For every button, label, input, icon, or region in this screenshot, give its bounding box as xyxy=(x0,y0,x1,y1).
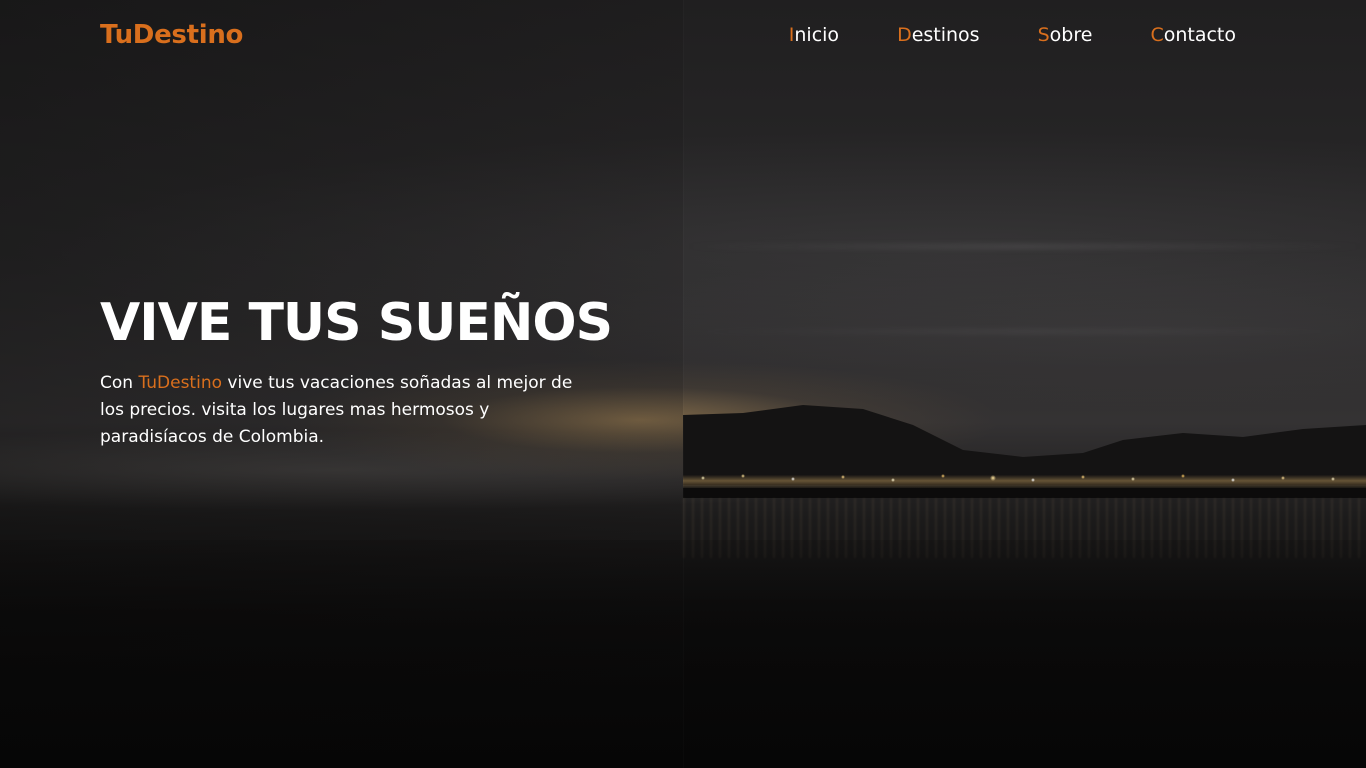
logo-link[interactable]: TuDestino xyxy=(100,20,243,50)
nav-link-initial: D xyxy=(897,24,912,46)
nav-link-sobre[interactable]: Sobre xyxy=(1038,24,1093,46)
background-cloud-streak xyxy=(683,330,1366,333)
hero-title: VIVE TUS SUEÑOS xyxy=(100,293,613,353)
nav-link-label: nicio xyxy=(794,24,840,46)
hero-brand-name: TuDestino xyxy=(138,373,223,393)
background-shoreline xyxy=(683,488,1366,498)
nav-link-contacto[interactable]: Contacto xyxy=(1150,24,1236,46)
nav-link-destinos[interactable]: Destinos xyxy=(897,24,980,46)
nav-link-label: estinos xyxy=(911,24,980,46)
nav-link-label: ontacto xyxy=(1163,24,1236,46)
hero-section: TuDestino Inicio Destinos Sobre Contacto… xyxy=(0,0,1366,768)
hero-description: Con TuDestino vive tus vacaciones soñada… xyxy=(100,370,585,451)
nav-link-initial: C xyxy=(1150,24,1164,46)
hero-text-prefix: Con xyxy=(100,373,139,393)
hero-content: VIVE TUS SUEÑOS Con TuDestino vive tus v… xyxy=(100,288,640,451)
background-panel-divider xyxy=(683,0,684,768)
nav-link-label: obre xyxy=(1049,24,1093,46)
background-cloud-streak xyxy=(683,245,1366,248)
site-header: TuDestino Inicio Destinos Sobre Contacto xyxy=(0,0,1366,76)
nav-link-inicio[interactable]: Inicio xyxy=(789,24,839,46)
main-nav: Inicio Destinos Sobre Contacto xyxy=(789,24,1236,46)
nav-link-initial: S xyxy=(1037,24,1050,46)
